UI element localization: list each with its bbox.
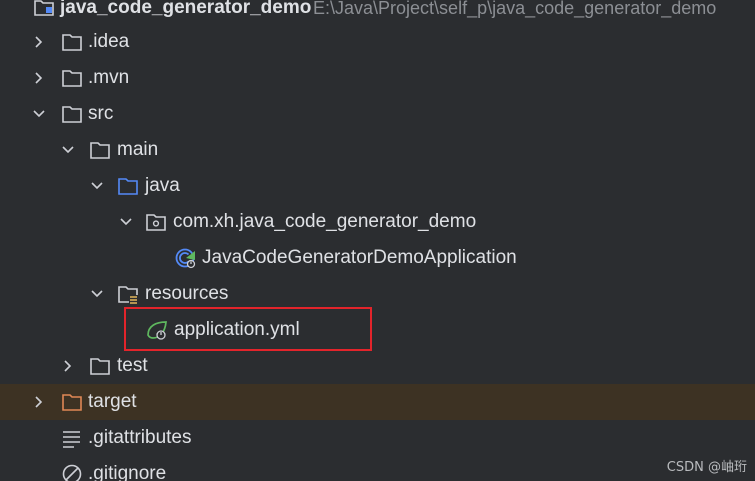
tree-row-java[interactable]: java — [0, 168, 755, 204]
tree-row-src[interactable]: src — [0, 96, 755, 132]
tree-label: resources — [145, 283, 229, 304]
tree-row-project-root[interactable]: java_code_generator_demo E:\Java\Project… — [0, 0, 755, 26]
ignore-file-icon — [61, 463, 83, 481]
folder-icon — [61, 103, 83, 125]
tree-row-application-yml[interactable]: application.yml — [0, 312, 755, 348]
text-file-icon — [61, 427, 83, 449]
tree-row-main[interactable]: main — [0, 132, 755, 168]
chevron-down-icon[interactable] — [31, 106, 47, 122]
tree-row-gitattributes[interactable]: .gitattributes — [0, 420, 755, 456]
tree-label: main — [117, 139, 159, 160]
chevron-right-icon[interactable] — [60, 358, 76, 374]
tree-row-target[interactable]: target — [0, 384, 755, 420]
tree-row-app-class[interactable]: JavaCodeGeneratorDemoApplication — [0, 240, 755, 276]
project-name: java_code_generator_demo — [60, 0, 312, 18]
folder-icon — [61, 31, 83, 53]
tree-row-test[interactable]: test — [0, 348, 755, 384]
project-tree: java_code_generator_demo E:\Java\Project… — [0, 0, 755, 481]
tree-label: .idea — [88, 31, 130, 52]
tree-label: target — [88, 391, 137, 412]
folder-icon — [61, 67, 83, 89]
chevron-down-icon[interactable] — [89, 286, 105, 302]
tree-label: java — [145, 175, 180, 196]
tree-label: .gitignore — [88, 463, 167, 481]
chevron-down-icon[interactable] — [118, 214, 134, 230]
package-icon — [145, 211, 167, 233]
tree-label: .gitattributes — [88, 427, 192, 448]
folder-icon — [89, 355, 111, 377]
tree-label: src — [88, 103, 114, 124]
chevron-right-icon[interactable] — [31, 34, 47, 50]
chevron-right-icon[interactable] — [31, 70, 47, 86]
tree-label: .mvn — [88, 67, 130, 88]
excluded-folder-icon — [61, 391, 83, 413]
tree-row-package[interactable]: com.xh.java_code_generator_demo — [0, 204, 755, 240]
tree-row-idea[interactable]: .idea — [0, 24, 755, 60]
tree-label: JavaCodeGeneratorDemoApplication — [202, 247, 517, 268]
chevron-down-icon[interactable] — [89, 178, 105, 194]
chevron-down-icon[interactable] — [60, 142, 76, 158]
tree-row-gitignore[interactable]: .gitignore — [0, 456, 755, 481]
watermark: CSDN @岫珩 — [666, 460, 747, 475]
spring-config-icon — [146, 319, 168, 341]
tree-row-resources[interactable]: resources — [0, 276, 755, 312]
tree-label: com.xh.java_code_generator_demo — [173, 211, 477, 232]
folder-icon — [89, 139, 111, 161]
chevron-right-icon[interactable] — [31, 394, 47, 410]
tree-label: application.yml — [174, 319, 300, 340]
source-folder-icon — [117, 175, 139, 197]
resources-folder-icon — [117, 283, 139, 305]
project-path: E:\Java\Project\self_p\java_code_generat… — [313, 0, 717, 18]
module-folder-icon — [33, 0, 55, 18]
spring-boot-class-icon — [175, 247, 197, 269]
tree-row-mvn[interactable]: .mvn — [0, 60, 755, 96]
tree-label: test — [117, 355, 148, 376]
